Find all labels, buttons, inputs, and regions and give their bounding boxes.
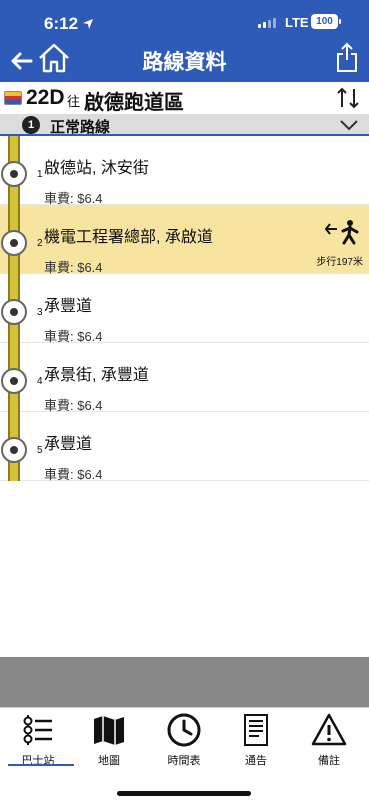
warning-icon (311, 713, 347, 746)
chevron-down-icon[interactable] (339, 118, 359, 132)
bus-stop-marker-icon (1, 299, 27, 325)
route-number: 22D (26, 86, 65, 109)
active-tab-indicator (8, 764, 74, 766)
page-title: 路線資料 (142, 51, 227, 74)
share-icon[interactable] (335, 40, 359, 74)
stop-row-2[interactable]: 機電工程署總部, 承啟道 2 車費: $6.4 步行197米 (0, 205, 369, 275)
tab-map[interactable]: 地圖 (73, 712, 145, 772)
empty-area (0, 482, 369, 657)
walking-person-icon (324, 220, 359, 245)
route-header: 22D 往 啟德跑道區 (0, 82, 369, 114)
section-number-badge: 1 (22, 116, 40, 134)
stop-row-3[interactable]: 承豐道 3 車費: $6.4 (0, 274, 369, 344)
walk-distance: 步行197米 (316, 257, 363, 268)
stop-name: 承豐道 (44, 436, 93, 453)
bus-stop-marker-icon (1, 161, 27, 187)
location-arrow-icon (83, 19, 94, 29)
time-text: 6:12 (44, 14, 79, 33)
tab-bus-stops[interactable]: 巴士站 (2, 712, 74, 772)
status-time: 6:12 (44, 14, 94, 34)
stop-name: 機電工程署總部, 承啟道 (44, 229, 213, 246)
stop-name: 承景街, 承豐道 (44, 367, 149, 384)
tab-label: 時間表 (167, 755, 201, 767)
stop-fare: 車費: $6.4 (44, 467, 103, 482)
map-icon (94, 716, 124, 745)
top-bar: 6:12 LTE 100 路線資料 (0, 0, 369, 82)
stop-name: 啟德站, 沐安街 (44, 160, 149, 177)
banner-placeholder (0, 657, 369, 707)
signal-icon (258, 18, 276, 28)
stop-name: 承豐道 (44, 298, 93, 315)
swap-direction-icon[interactable] (335, 85, 361, 111)
stop-row-5[interactable]: 承豐道 5 車費: $6.4 (0, 412, 369, 482)
bus-company-logo-icon (4, 91, 22, 105)
stop-row-4[interactable]: 承景街, 承豐道 4 車費: $6.4 (0, 343, 369, 413)
clock-icon (167, 713, 201, 747)
bus-stop-marker-icon (1, 437, 27, 463)
stop-index: 2 (37, 238, 43, 249)
stop-row-1[interactable]: 啟德站, 沐安街 1 車費: $6.4 (0, 136, 369, 206)
route-destination: 啟德跑道區 (84, 92, 184, 114)
network-label: LTE (285, 15, 309, 30)
tab-label: 通告 (245, 755, 267, 767)
battery-icon: 100 (311, 14, 341, 29)
bus-stop-marker-icon (1, 368, 27, 394)
tab-remarks[interactable]: 備註 (293, 712, 365, 772)
stop-index: 5 (37, 445, 43, 456)
tab-notices[interactable]: 通告 (220, 712, 292, 772)
status-bar: 6:12 LTE 100 (0, 0, 369, 44)
stop-index: 3 (37, 307, 43, 318)
tab-timetable[interactable]: 時間表 (148, 712, 220, 772)
bus-stop-icon (23, 715, 52, 745)
stop-index: 4 (37, 376, 43, 387)
route-track (1, 136, 27, 481)
notice-icon (244, 714, 268, 746)
route-to-label: 往 (67, 94, 81, 109)
stop-list: 啟德站, 沐安街 1 車費: $6.4 機電工程署總部, 承啟道 2 車費: $… (0, 136, 369, 482)
home-indicator (117, 791, 251, 796)
bus-stop-marker-icon (1, 230, 27, 256)
section-title: 正常路線 (50, 119, 111, 136)
route-section-header[interactable]: 1 正常路線 (0, 114, 369, 136)
tab-bar: 巴士站 地圖 時間表 通告 備註 (0, 707, 369, 800)
tab-label: 地圖 (98, 755, 120, 767)
stop-index: 1 (37, 169, 43, 180)
walk-indicator: 步行197米 (315, 219, 365, 269)
nav-bar: 路線資料 (0, 42, 369, 82)
tab-label: 備註 (318, 755, 340, 767)
